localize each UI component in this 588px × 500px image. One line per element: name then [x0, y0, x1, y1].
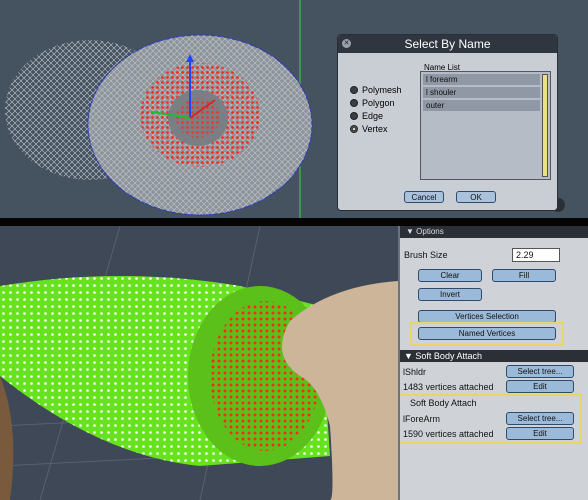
- radio-edge[interactable]: Edge: [350, 109, 402, 122]
- invert-button[interactable]: Invert: [418, 288, 482, 301]
- soft-body-attach-header[interactable]: ▼ Soft Body Attach: [400, 350, 588, 362]
- brush-size-input[interactable]: 2.29: [512, 248, 560, 262]
- radio-icon: [350, 111, 358, 120]
- list-item[interactable]: outer: [423, 100, 540, 111]
- radio-label: Polygon: [362, 97, 395, 108]
- section-header-label: Soft Body Attach: [415, 351, 482, 361]
- close-icon[interactable]: ✕: [342, 39, 351, 48]
- radio-icon: [350, 98, 358, 107]
- dialog-title: Select By Name: [404, 37, 491, 51]
- radio-label: Polymesh: [362, 84, 402, 95]
- brush-size-label: Brush Size: [404, 250, 448, 260]
- radio-label: Edge: [362, 110, 384, 121]
- view-divider: [0, 218, 588, 226]
- edit-button[interactable]: Edit: [506, 380, 574, 393]
- properties-panel: ▼ Options Brush Size 2.29 Clear Fill Inv…: [398, 226, 588, 500]
- select-tree-button[interactable]: Select tree...: [506, 412, 574, 425]
- arm-mesh-view: [0, 226, 398, 500]
- top-viewport[interactable]: ✕ Select By Name Polymesh Polygon Edge V…: [0, 0, 588, 218]
- list-item[interactable]: l shouler: [423, 87, 540, 98]
- select-tree-button[interactable]: Select tree...: [506, 365, 574, 378]
- ok-button[interactable]: OK: [456, 191, 496, 203]
- list-item[interactable]: l forearm: [423, 74, 540, 85]
- attach-name: lShldr: [403, 367, 427, 377]
- cancel-button[interactable]: Cancel: [404, 191, 444, 203]
- bottom-viewport[interactable]: [0, 226, 398, 500]
- radio-vertex[interactable]: Vertex: [350, 122, 402, 135]
- attach-name: lForeArm: [403, 414, 441, 424]
- fill-button[interactable]: Fill: [492, 269, 556, 282]
- options-header[interactable]: ▼ Options: [400, 226, 588, 238]
- options-header-label: Options: [416, 227, 444, 236]
- vertices-attached-count: 1590 vertices attached: [403, 429, 494, 439]
- named-vertices-button[interactable]: Named Vertices: [418, 327, 556, 340]
- vertices-attached-count: 1483 vertices attached: [403, 382, 494, 392]
- radio-icon: [350, 85, 358, 94]
- dialog-title-bar: ✕ Select By Name: [338, 35, 557, 53]
- mode-radio-group: Polymesh Polygon Edge Vertex: [350, 83, 402, 135]
- soft-body-attach-subheader: Soft Body Attach: [410, 398, 477, 408]
- list-scrollbar[interactable]: [542, 74, 548, 177]
- name-list[interactable]: l forearm l shouler outer: [420, 71, 551, 180]
- radio-label: Vertex: [362, 123, 388, 134]
- edit-button[interactable]: Edit: [506, 427, 574, 440]
- select-by-name-dialog: ✕ Select By Name Polymesh Polygon Edge V…: [337, 34, 558, 211]
- clear-button[interactable]: Clear: [418, 269, 482, 282]
- radio-polymesh[interactable]: Polymesh: [350, 83, 402, 96]
- radio-selected-icon: [350, 124, 358, 133]
- radio-polygon[interactable]: Polygon: [350, 96, 402, 109]
